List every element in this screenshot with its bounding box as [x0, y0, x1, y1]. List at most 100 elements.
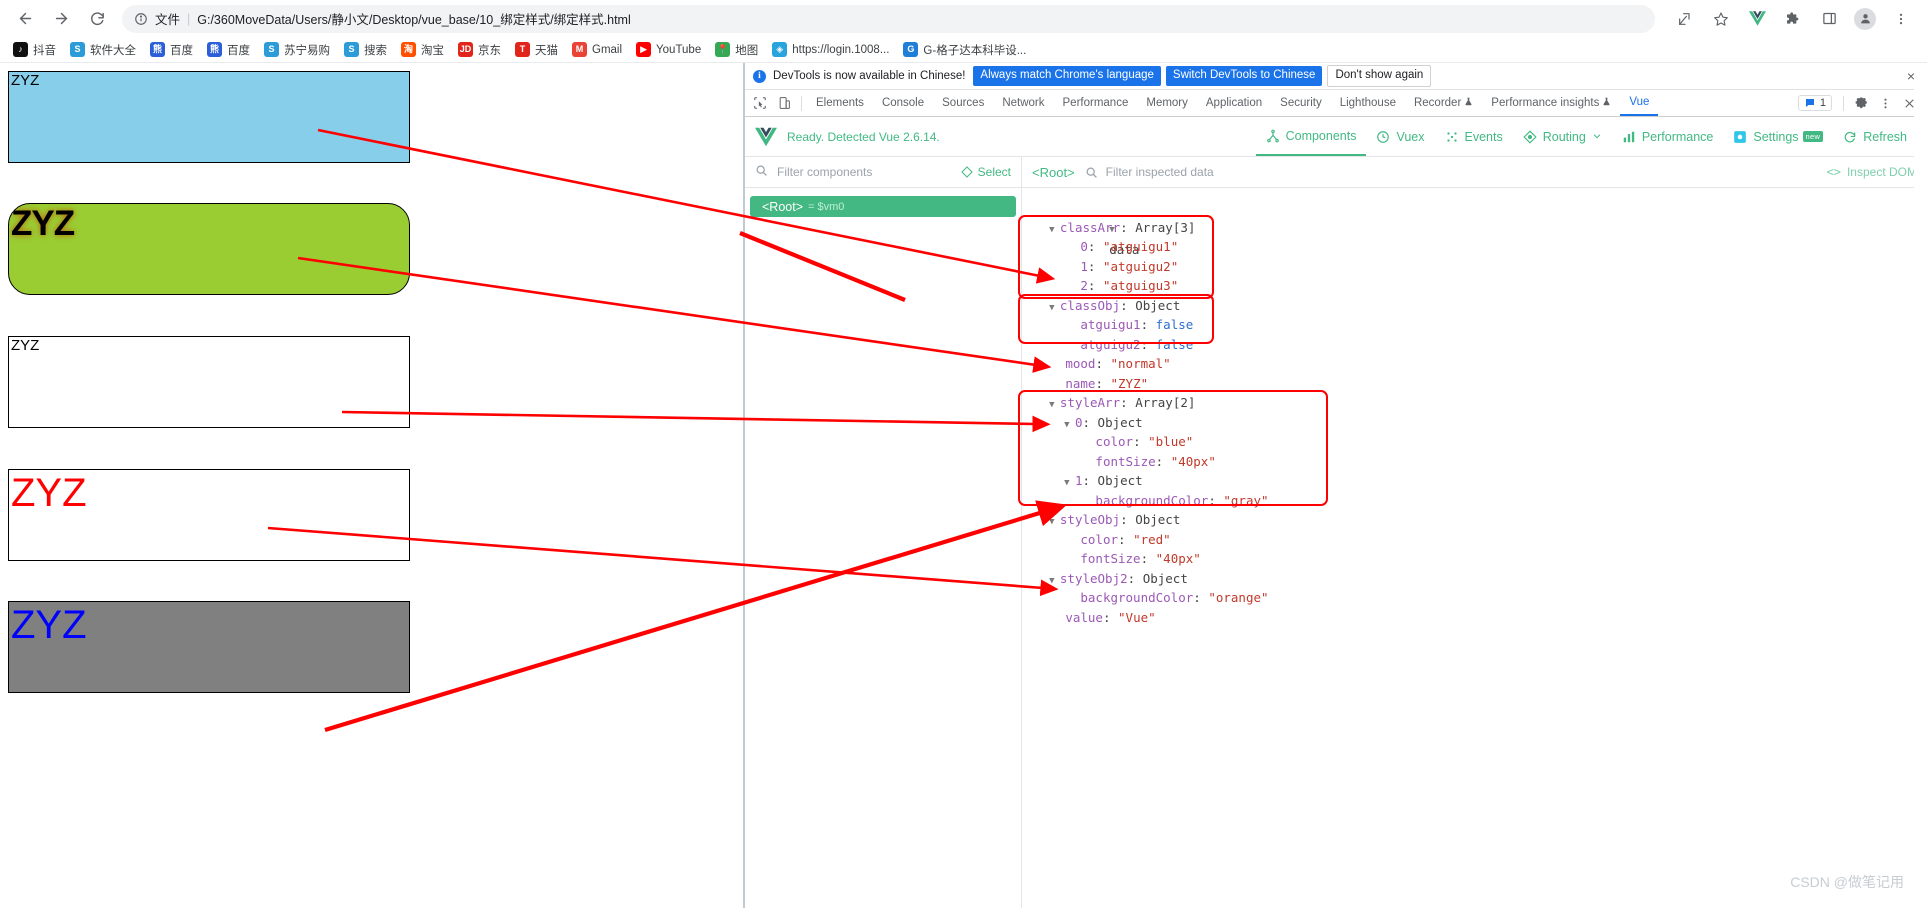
- profile-avatar-icon[interactable]: [1851, 5, 1879, 33]
- devtools-tab-application[interactable]: Application: [1197, 90, 1271, 116]
- bookmark-item[interactable]: 熊百度: [200, 39, 257, 61]
- settings-gear-icon[interactable]: [1849, 91, 1873, 115]
- expand-caret-icon[interactable]: ▼: [1049, 517, 1060, 527]
- inspected-data-row[interactable]: ▼ 0: Object: [1034, 413, 1927, 433]
- bookmark-item[interactable]: S搜索: [337, 39, 394, 61]
- bookmark-item[interactable]: MGmail: [565, 39, 629, 61]
- switch-devtools-language-button[interactable]: Switch DevTools to Chinese: [1166, 66, 1323, 86]
- inspected-data-row[interactable]: ▼ styleArr: Array[2]: [1034, 393, 1927, 413]
- always-match-language-button[interactable]: Always match Chrome's language: [973, 66, 1161, 86]
- issues-badge[interactable]: 1: [1798, 95, 1832, 111]
- bookmark-item[interactable]: ▶YouTube: [629, 39, 708, 61]
- side-panel-icon[interactable]: [1815, 5, 1843, 33]
- vue-nav-components[interactable]: Components: [1256, 117, 1367, 156]
- devtools-tab-label: Recorder: [1414, 97, 1461, 109]
- devtools-tab-elements[interactable]: Elements: [807, 90, 873, 116]
- devtools-tab-network[interactable]: Network: [993, 90, 1053, 116]
- filter-inspected-data-input[interactable]: Filter inspected data: [1106, 165, 1214, 179]
- devtools-tab-performance[interactable]: Performance: [1054, 90, 1138, 116]
- bookmark-item[interactable]: S苏宁易购: [257, 39, 337, 61]
- row-separator: :: [1082, 415, 1097, 430]
- inspected-data-row[interactable]: 1: "atguigu2": [1034, 257, 1927, 277]
- vue-nav-events[interactable]: Events: [1435, 117, 1513, 156]
- address-bar[interactable]: 文件 | G:/360MoveData/Users/静小文/Desktop/vu…: [122, 5, 1655, 33]
- bookmark-item[interactable]: 📍地图: [708, 39, 765, 61]
- expand-caret-icon[interactable]: ▼: [1049, 400, 1060, 410]
- back-button[interactable]: [10, 4, 40, 34]
- page-info-icon[interactable]: [134, 12, 148, 26]
- vue-devtools-toolbar: Ready. Detected Vue 2.6.14. ComponentsVu…: [745, 117, 1927, 157]
- devtools-more-options-icon[interactable]: [1873, 91, 1897, 115]
- expand-caret-icon[interactable]: ▼: [1064, 478, 1075, 488]
- select-component-button[interactable]: Select: [961, 165, 1011, 179]
- vue-nav-vuex[interactable]: Vuex: [1366, 117, 1434, 156]
- vue-nav-performance[interactable]: Performance: [1612, 117, 1724, 156]
- expand-caret-icon[interactable]: ▼: [1049, 576, 1060, 586]
- devtools-scrollbar[interactable]: [1914, 63, 1927, 908]
- inspected-data-row[interactable]: value: "Vue": [1034, 608, 1927, 628]
- row-value: "40px": [1171, 454, 1216, 469]
- component-tree-root-node[interactable]: <Root> = $vm0: [750, 196, 1016, 217]
- share-icon[interactable]: [1671, 5, 1699, 33]
- inspected-data-row[interactable]: ▼ styleObj2: Object: [1034, 569, 1927, 589]
- bookmark-item[interactable]: S软件大全: [63, 39, 143, 61]
- devtools-tab-vue[interactable]: Vue: [1620, 90, 1658, 116]
- inspected-data-row[interactable]: backgroundColor: "gray": [1034, 491, 1927, 511]
- experimental-flask-icon: [1464, 96, 1473, 110]
- chevron-down-icon[interactable]: [1592, 130, 1602, 144]
- devtools-tab-console[interactable]: Console: [873, 90, 933, 116]
- bookmark-label: G-格子达本科毕设...: [923, 42, 1026, 58]
- bookmark-item[interactable]: 熊百度: [143, 39, 200, 61]
- inspected-data-row[interactable]: ▼ 1: Object: [1034, 471, 1927, 491]
- devtools-tab-recorder[interactable]: Recorder: [1405, 90, 1482, 116]
- vue-nav-settings[interactable]: Settingsnew: [1723, 117, 1833, 156]
- inspected-data-row[interactable]: fontSize: "40px": [1034, 549, 1927, 569]
- filter-components-input[interactable]: Filter components: [777, 165, 961, 179]
- row-indent: [1034, 454, 1079, 469]
- devtools-tab-lighthouse[interactable]: Lighthouse: [1331, 90, 1405, 116]
- chrome-menu-icon[interactable]: [1887, 5, 1915, 33]
- tabbar-divider: [801, 96, 802, 111]
- inspected-data-row[interactable]: atguigu2: false: [1034, 335, 1927, 355]
- inline-style-array-box-text: ZYZ: [11, 602, 87, 648]
- inspected-data-row[interactable]: 2: "atguigu3": [1034, 276, 1927, 296]
- bookmark-item[interactable]: ♪抖音: [6, 39, 63, 61]
- expand-caret-icon[interactable]: ▼: [1049, 303, 1060, 313]
- vue-devtools-extension-icon[interactable]: [1743, 5, 1771, 33]
- expand-caret-icon[interactable]: ▼: [1049, 225, 1060, 235]
- bookmark-item[interactable]: ◈https://login.1008...: [765, 39, 896, 61]
- inspected-data-row[interactable]: ▼ styleObj: Object: [1034, 510, 1927, 530]
- device-toolbar-icon[interactable]: [772, 91, 796, 115]
- inspected-data-row[interactable]: ▼ classObj: Object: [1034, 296, 1927, 316]
- bookmark-label: 抖音: [33, 42, 56, 58]
- inspect-dom-button[interactable]: <> Inspect DOM: [1827, 165, 1917, 179]
- bookmark-item[interactable]: 淘淘宝: [394, 39, 451, 61]
- devtools-tab-memory[interactable]: Memory: [1137, 90, 1197, 116]
- inspected-data-row[interactable]: backgroundColor: "orange": [1034, 588, 1927, 608]
- inspected-data-row[interactable]: name: "ZYZ": [1034, 374, 1927, 394]
- inspected-data-row[interactable]: ▼ classArr: Array[3]: [1034, 218, 1927, 238]
- inspected-data-row[interactable]: atguigu1: false: [1034, 315, 1927, 335]
- inspected-data-row[interactable]: color: "red": [1034, 530, 1927, 550]
- bookmark-item[interactable]: T天猫: [508, 39, 565, 61]
- inspect-element-icon[interactable]: [748, 91, 772, 115]
- inspected-data-row[interactable]: color: "blue": [1034, 432, 1927, 452]
- inspected-data-row[interactable]: mood: "normal": [1034, 354, 1927, 374]
- dont-show-again-button[interactable]: Don't show again: [1327, 65, 1431, 87]
- extensions-puzzle-icon[interactable]: [1779, 5, 1807, 33]
- inspected-data-row[interactable]: 0: "atguigu1": [1034, 237, 1927, 257]
- row-indent: [1034, 337, 1064, 352]
- devtools-tab-performance-insights[interactable]: Performance insights: [1482, 90, 1620, 116]
- data-section-header[interactable]: ▼ data: [1034, 198, 1927, 218]
- devtools-tab-security[interactable]: Security: [1271, 90, 1331, 116]
- inspected-data-row[interactable]: fontSize: "40px": [1034, 452, 1927, 472]
- devtools-tab-sources[interactable]: Sources: [933, 90, 993, 116]
- vue-nav-routing[interactable]: Routing: [1513, 117, 1612, 156]
- bookmark-item[interactable]: JD京东: [451, 39, 508, 61]
- vue-nav-refresh[interactable]: Refresh: [1833, 117, 1917, 156]
- forward-button[interactable]: [46, 4, 76, 34]
- bookmark-star-icon[interactable]: [1707, 5, 1735, 33]
- bookmark-item[interactable]: GG-格子达本科毕设...: [896, 39, 1033, 61]
- reload-button[interactable]: [82, 4, 112, 34]
- expand-caret-icon[interactable]: ▼: [1064, 420, 1075, 430]
